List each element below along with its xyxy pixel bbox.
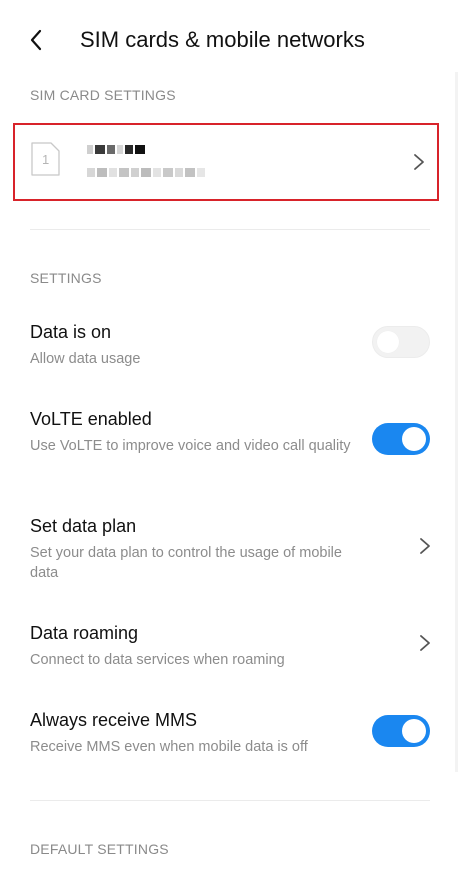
setting-title: Data roaming <box>30 623 139 643</box>
toggle-knob <box>402 427 426 451</box>
section-header-default-settings: DEFAULT SETTINGS <box>30 841 169 857</box>
section-header-sim-card-settings: SIM CARD SETTINGS <box>30 87 176 103</box>
setting-data[interactable]: Data is on Allow data usage <box>0 322 460 372</box>
setting-subtitle: Allow data usage <box>30 351 141 367</box>
sim-name-redacted <box>87 145 145 154</box>
mms-toggle[interactable] <box>372 715 430 747</box>
volte-toggle[interactable] <box>372 423 430 455</box>
back-button[interactable] <box>18 22 54 58</box>
setting-subtitle: Use VoLTE to improve voice and video cal… <box>30 438 351 454</box>
setting-subtitle: Receive MMS even when mobile data is off <box>30 739 308 755</box>
setting-mms[interactable]: Always receive MMS Receive MMS even when… <box>0 710 460 760</box>
sim-card-icon: 1 <box>31 142 60 176</box>
setting-subtitle: Set your data plan to control the usage … <box>30 545 342 581</box>
setting-title: Data is on <box>30 322 112 342</box>
chevron-right-icon <box>420 635 430 651</box>
app-header: SIM cards & mobile networks <box>0 0 460 80</box>
setting-data-roaming[interactable]: Data roaming Connect to data services wh… <box>0 623 460 673</box>
divider <box>30 800 430 801</box>
setting-title: Always receive MMS <box>30 710 198 730</box>
sim-slot-number: 1 <box>42 152 49 167</box>
toggle-knob <box>377 331 399 353</box>
chevron-right-icon <box>420 538 430 554</box>
sim-card-item[interactable]: 1 <box>13 123 439 201</box>
setting-volte[interactable]: VoLTE enabled Use VoLTE to improve voice… <box>0 409 460 473</box>
setting-subtitle: Connect to data services when roaming <box>30 652 285 668</box>
chevron-right-icon <box>414 154 424 170</box>
page-title: SIM cards & mobile networks <box>80 27 365 52</box>
scrollbar[interactable] <box>455 72 458 772</box>
sim-number-redacted <box>87 168 205 177</box>
setting-data-plan[interactable]: Set data plan Set your data plan to cont… <box>0 516 460 581</box>
divider <box>30 229 430 230</box>
data-toggle[interactable] <box>372 326 430 358</box>
back-arrow-icon <box>30 29 42 51</box>
section-header-settings: SETTINGS <box>30 270 102 286</box>
setting-title: Set data plan <box>30 516 137 536</box>
toggle-knob <box>402 719 426 743</box>
setting-title: VoLTE enabled <box>30 409 152 429</box>
